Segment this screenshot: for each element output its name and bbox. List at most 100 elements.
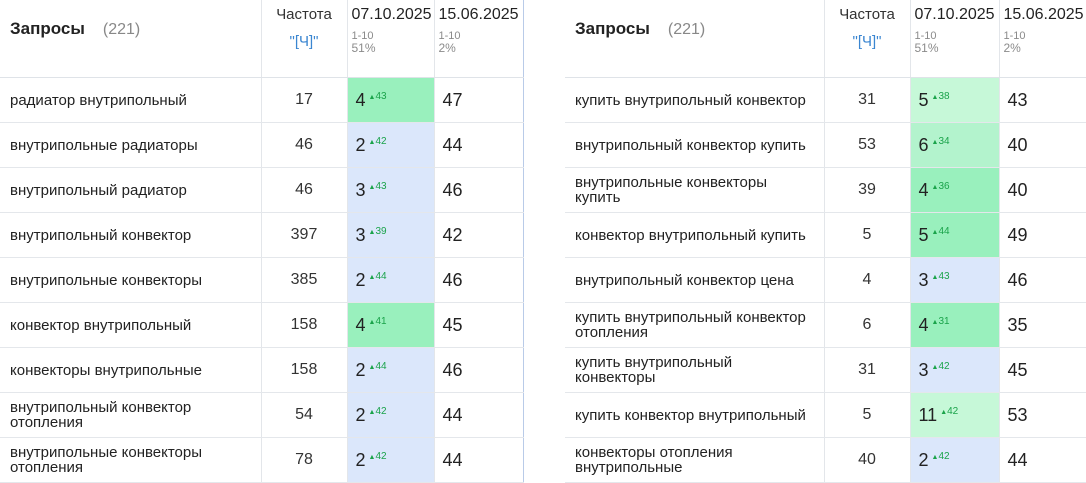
position-delta: ▲42 — [940, 406, 958, 417]
position-previous[interactable]: 53 — [999, 393, 1086, 438]
position-previous[interactable]: 46 — [434, 258, 523, 303]
date-column-header-2[interactable]: 15.06.20251-102% — [434, 0, 523, 78]
query-text[interactable]: внутрипольные радиаторы — [0, 123, 261, 168]
position-current[interactable]: 2▲42 — [910, 438, 999, 483]
position-current[interactable]: 4▲31 — [910, 303, 999, 348]
table-row[interactable]: внутрипольный конвектор цена43▲4346 — [565, 258, 1086, 303]
query-text[interactable]: внутрипольный конвектор купить — [565, 123, 824, 168]
query-text[interactable]: купить конвектор внутрипольный — [565, 393, 824, 438]
date-column-header-2[interactable]: 15.06.20251-102% — [999, 0, 1086, 78]
position-previous[interactable]: 44 — [434, 438, 523, 483]
positions-table-left: Запросы(221) Частота "[Ч]" 07.10.20251-10… — [0, 0, 523, 463]
date-label: 15.06.2025 — [439, 6, 523, 24]
position-previous[interactable]: 43 — [999, 78, 1086, 123]
position-current[interactable]: 2▲42 — [347, 123, 434, 168]
position-current[interactable]: 6▲34 — [910, 123, 999, 168]
table-row[interactable]: купить внутрипольный конвекторы313▲4245 — [565, 348, 1086, 393]
position-previous[interactable]: 40 — [999, 168, 1086, 213]
frequency-value: 46 — [261, 168, 347, 213]
position-current[interactable]: 3▲39 — [347, 213, 434, 258]
position-previous[interactable]: 40 — [999, 123, 1086, 168]
position-current[interactable]: 4▲36 — [910, 168, 999, 213]
table-row[interactable]: купить внутрипольный конвектор315▲3843 — [565, 78, 1086, 123]
position-previous[interactable]: 49 — [999, 213, 1086, 258]
table-row[interactable]: внутрипольный радиатор463▲4346 — [0, 168, 523, 213]
position-current[interactable]: 4▲43 — [347, 78, 434, 123]
table-row[interactable]: купить внутрипольный конвектор отопления… — [565, 303, 1086, 348]
frequency-value: 385 — [261, 258, 347, 303]
date-column-header-1[interactable]: 07.10.20251-1051% — [910, 0, 999, 78]
delta-value: 41 — [375, 316, 386, 327]
table-row[interactable]: внутрипольный конвектор3973▲3942 — [0, 213, 523, 258]
query-text[interactable]: внутрипольные конвекторы — [0, 258, 261, 303]
frequency-mode-link[interactable]: "[Ч]" — [825, 33, 910, 51]
position-previous[interactable]: 44 — [434, 123, 523, 168]
date-percent: 2% — [1004, 42, 1086, 54]
position-current[interactable]: 2▲44 — [347, 348, 434, 393]
query-text[interactable]: внутрипольный конвектор — [0, 213, 261, 258]
table-row[interactable]: внутрипольный конвектор купить536▲3440 — [565, 123, 1086, 168]
position-current[interactable]: 3▲43 — [347, 168, 434, 213]
table-row[interactable]: внутрипольный конвектор отопления542▲424… — [0, 393, 523, 438]
query-text[interactable]: конвектор внутрипольный — [0, 303, 261, 348]
position-previous[interactable]: 45 — [999, 348, 1086, 393]
table-row[interactable]: конвекторы отопления внутрипольные402▲42… — [565, 438, 1086, 483]
frequency-label: Частота — [276, 6, 332, 23]
table-row[interactable]: радиатор внутрипольный174▲4347 — [0, 78, 523, 123]
query-text[interactable]: конвекторы отопления внутрипольные — [565, 438, 824, 483]
query-text[interactable]: конвекторы внутрипольные — [0, 348, 261, 393]
position-previous[interactable]: 42 — [434, 213, 523, 258]
table-header: Запросы(221) Частота"[Ч]" 07.10.20251-10… — [565, 0, 1086, 78]
frequency-value: 40 — [824, 438, 910, 483]
table-row[interactable]: внутрипольные конвекторы купить394▲3640 — [565, 168, 1086, 213]
position-current[interactable]: 3▲42 — [910, 348, 999, 393]
date-percent: 51% — [352, 42, 434, 54]
delta-value: 43 — [375, 91, 386, 102]
frequency-header[interactable]: Частота"[Ч]" — [824, 0, 910, 78]
position-delta: ▲41 — [369, 316, 387, 327]
query-text[interactable]: радиатор внутрипольный — [0, 78, 261, 123]
delta-value: 42 — [375, 406, 386, 417]
queries-title: Запросы — [575, 19, 650, 38]
table-row[interactable]: внутрипольные радиаторы462▲4244 — [0, 123, 523, 168]
query-text[interactable]: купить внутрипольный конвекторы — [565, 348, 824, 393]
query-text[interactable]: внутрипольный радиатор — [0, 168, 261, 213]
table-row[interactable]: конвектор внутрипольный купить55▲4449 — [565, 213, 1086, 258]
table-row[interactable]: конвектор внутрипольный1584▲4145 — [0, 303, 523, 348]
frequency-value: 78 — [261, 438, 347, 483]
query-text[interactable]: внутрипольные конвекторы купить — [565, 168, 824, 213]
position-previous[interactable]: 45 — [434, 303, 523, 348]
queries-header[interactable]: Запросы(221) — [565, 0, 824, 78]
position-current[interactable]: 3▲43 — [910, 258, 999, 303]
query-text[interactable]: купить внутрипольный конвектор — [565, 78, 824, 123]
query-text[interactable]: внутрипольный конвектор отопления — [0, 393, 261, 438]
table-row[interactable]: конвекторы внутрипольные1582▲4446 — [0, 348, 523, 393]
date-column-header-1[interactable]: 07.10.20251-1051% — [347, 0, 434, 78]
frequency-value: 46 — [261, 123, 347, 168]
position-previous[interactable]: 46 — [999, 258, 1086, 303]
position-current[interactable]: 2▲44 — [347, 258, 434, 303]
position-current[interactable]: 11▲42 — [910, 393, 999, 438]
queries-header[interactable]: Запросы(221) — [0, 0, 261, 78]
position-current[interactable]: 5▲44 — [910, 213, 999, 258]
frequency-mode-link[interactable]: "[Ч]" — [262, 33, 347, 51]
position-previous[interactable]: 44 — [434, 393, 523, 438]
position-previous[interactable]: 46 — [434, 168, 523, 213]
position-current[interactable]: 5▲38 — [910, 78, 999, 123]
table-row[interactable]: внутрипольные конвекторы отопления782▲42… — [0, 438, 523, 483]
position-previous[interactable]: 46 — [434, 348, 523, 393]
position-current[interactable]: 2▲42 — [347, 393, 434, 438]
table-row[interactable]: купить конвектор внутрипольный511▲4253 — [565, 393, 1086, 438]
query-text[interactable]: конвектор внутрипольный купить — [565, 213, 824, 258]
frequency-header[interactable]: Частота "[Ч]" — [261, 0, 347, 78]
position-current[interactable]: 4▲41 — [347, 303, 434, 348]
position-delta: ▲42 — [369, 136, 387, 147]
position-previous[interactable]: 44 — [999, 438, 1086, 483]
query-text[interactable]: внутрипольные конвекторы отопления — [0, 438, 261, 483]
query-text[interactable]: внутрипольный конвектор цена — [565, 258, 824, 303]
query-text[interactable]: купить внутрипольный конвектор отопления — [565, 303, 824, 348]
position-previous[interactable]: 35 — [999, 303, 1086, 348]
table-row[interactable]: внутрипольные конвекторы3852▲4446 — [0, 258, 523, 303]
position-current[interactable]: 2▲42 — [347, 438, 434, 483]
position-previous[interactable]: 47 — [434, 78, 523, 123]
